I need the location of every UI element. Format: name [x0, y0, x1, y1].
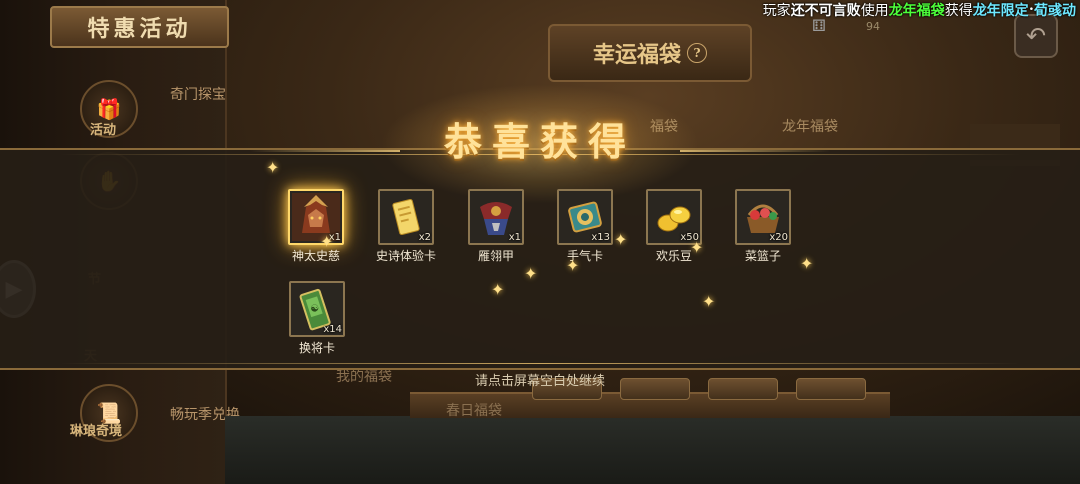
- sidebar-item-label: 琳琅奇境: [70, 424, 123, 439]
- sparkle-icon: ✦: [491, 280, 505, 299]
- reward-name: 雁翎甲: [477, 249, 514, 263]
- sparkle-icon: ✦: [614, 230, 628, 249]
- reward-frame: x50: [646, 189, 702, 245]
- reward-name: 菜篮子: [744, 249, 781, 263]
- continue-hint: 请点击屏幕空白处继续: [474, 374, 605, 389]
- reward-name: 史诗体验卡: [375, 249, 436, 263]
- page-title: 特惠活动: [50, 6, 229, 48]
- ticker-use: 使用: [860, 3, 889, 19]
- reward-frame: ☯ x14: [289, 281, 345, 337]
- reward-qty: x14: [323, 324, 342, 335]
- back-arrow-icon: ↶: [1025, 22, 1047, 50]
- sparkle-icon: ✦: [566, 256, 580, 275]
- sparkle-icon: ✦: [690, 238, 704, 257]
- sparkle-icon: ✦: [702, 292, 716, 311]
- help-icon[interactable]: ?: [687, 43, 707, 63]
- reward-frame: x2: [378, 189, 434, 245]
- lucky-bag-sign: 幸运福袋 ?: [548, 24, 752, 82]
- reward-item[interactable]: x2 史诗体验卡: [376, 189, 436, 263]
- ticker-item: 龙年福袋: [888, 3, 945, 19]
- ticker-reward: 龙年限定: [972, 3, 1029, 19]
- reward-qty: x2: [418, 232, 431, 243]
- lucky-bag-title: 幸运福袋: [592, 42, 681, 68]
- congrats-title: 恭喜获得: [443, 118, 636, 164]
- reward-qty: x20: [769, 232, 788, 243]
- score-readout: 94: [866, 20, 880, 33]
- reward-name: 手气卡: [566, 249, 603, 263]
- menu-item-treasure[interactable]: 奇门探宝: [170, 84, 226, 104]
- ticker-player: 还不可言败: [790, 3, 861, 19]
- ticker-prefix: 玩家: [762, 3, 791, 19]
- sidebar-item-label: 活动: [90, 123, 117, 138]
- title-decoration-left: [250, 150, 400, 152]
- sparkle-icon: ✦: [800, 254, 814, 273]
- sparkle-icon: ✦: [266, 158, 280, 177]
- reward-frame: x20: [735, 189, 791, 245]
- reward-qty: x13: [591, 232, 610, 243]
- table-cloth: [225, 416, 1080, 484]
- reward-item[interactable]: x1 雁翎甲: [468, 189, 524, 263]
- reward-item[interactable]: x20 菜篮子: [735, 189, 791, 263]
- reward-item[interactable]: x13 手气卡: [557, 189, 613, 263]
- ticker-reward-tail: 荀彧动: [1034, 3, 1076, 19]
- reward-name: 神太史慈: [291, 249, 340, 263]
- reward-item[interactable]: x50 欢乐豆: [646, 189, 702, 263]
- reward-frame: x1: [468, 189, 524, 245]
- broadcast-ticker: 玩家 还不可言败 使用 龙年福袋 获得 龙年限定 • 荀彧动: [763, 0, 1076, 20]
- reward-frame: x13: [557, 189, 613, 245]
- table-slot: [708, 378, 778, 400]
- gift-icon: 🎁: [96, 97, 122, 121]
- table-slot: [796, 378, 866, 400]
- reward-qty: x1: [508, 232, 521, 243]
- sparkle-icon: ✦: [524, 264, 538, 283]
- bg-tab-spring-bag: 春日福袋: [446, 403, 502, 419]
- bg-tab-dragon-bag: 龙年福袋: [782, 119, 838, 135]
- ticker-get: 获得: [944, 3, 973, 19]
- reward-name: 欢乐豆: [655, 249, 692, 263]
- sparkle-icon: ✦: [320, 232, 334, 251]
- back-button[interactable]: ↶: [1014, 14, 1058, 58]
- reward-name: 换将卡: [298, 341, 335, 355]
- title-decoration-right: [680, 150, 830, 152]
- reward-item[interactable]: ☯ x14 换将卡: [289, 281, 345, 355]
